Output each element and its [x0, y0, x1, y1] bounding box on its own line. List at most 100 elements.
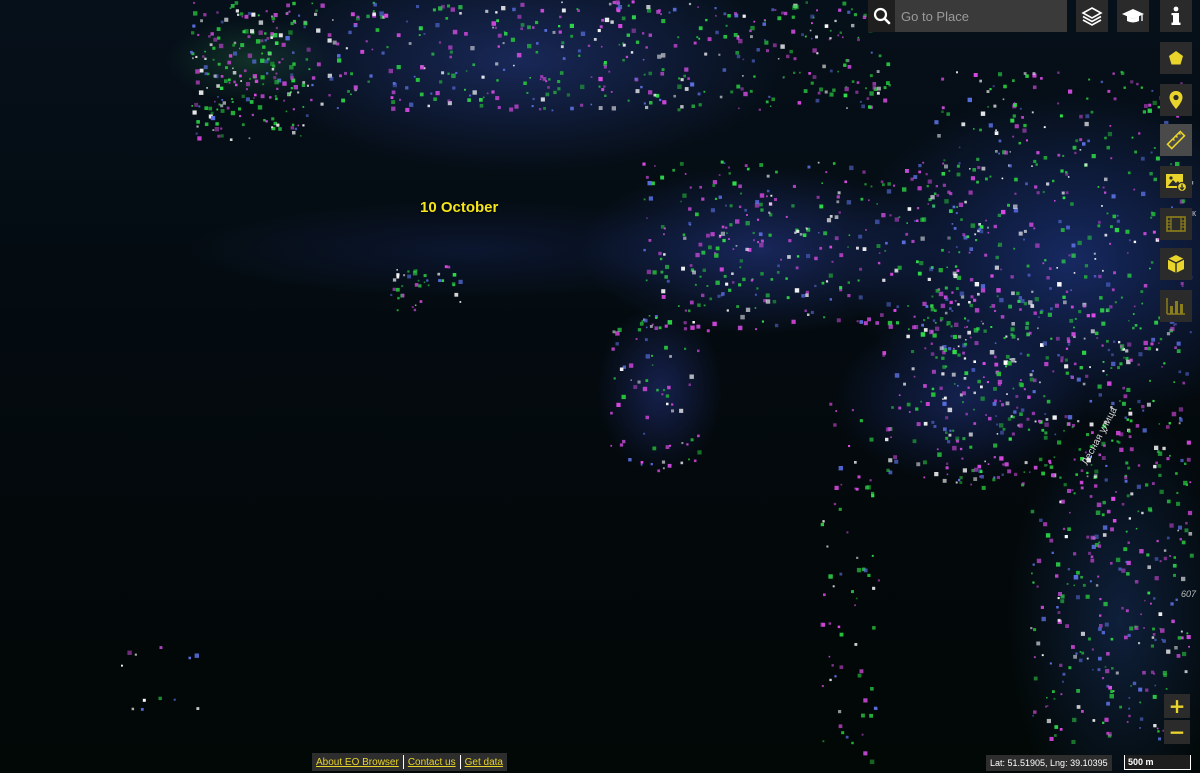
speckle-dot [1018, 296, 1022, 300]
speckle-dot [1147, 507, 1152, 512]
speckle-dot [785, 277, 788, 280]
film-icon[interactable] [1160, 208, 1192, 240]
speckle-dot [305, 114, 309, 117]
speckle-dot [929, 329, 934, 335]
speckle-dot [699, 185, 702, 189]
speckle-dot [793, 71, 796, 74]
speckle-dot [1123, 394, 1128, 399]
speckle-dot [229, 138, 233, 141]
sar-map-view[interactable]: 10 October Лесная улица 607 к [0, 0, 1200, 773]
speckle-dot [1028, 331, 1032, 335]
location-pin-icon[interactable] [1160, 84, 1192, 116]
speckle-dot [1142, 409, 1145, 412]
speckle-dot [238, 107, 242, 111]
speckle-dot [1073, 326, 1075, 329]
speckle-dot [1151, 212, 1156, 217]
speckle-dot [305, 58, 309, 61]
speckle-dot [838, 710, 842, 714]
speckle-dot [366, 14, 370, 19]
ruler-icon[interactable] [1160, 124, 1192, 156]
info-icon[interactable] [1160, 0, 1192, 32]
graduation-cap-icon[interactable] [1117, 0, 1149, 32]
speckle-dot [1161, 366, 1163, 368]
speckle-dot [464, 88, 466, 91]
speckle-dot [1155, 348, 1159, 351]
speckle-dot [979, 128, 982, 132]
speckle-dot [1082, 382, 1086, 386]
speckle-dot [780, 258, 782, 261]
speckle-dot [826, 545, 829, 548]
speckle-dot [401, 293, 405, 298]
pentagon-icon[interactable] [1160, 42, 1192, 74]
speckle-dot [1031, 572, 1033, 575]
speckle-dot [1111, 496, 1116, 501]
speckle-dot [942, 478, 947, 483]
speckle-dot [1071, 253, 1076, 258]
speckle-dot [1097, 575, 1100, 578]
speckle-dot [459, 301, 462, 303]
zoom-in-button[interactable]: + [1164, 694, 1190, 718]
speckle-dot [1105, 308, 1110, 313]
speckle-dot [943, 427, 947, 432]
speckle-dot [1094, 469, 1099, 474]
speckle-dot [953, 347, 955, 350]
speckle-dot [952, 334, 957, 339]
speckle-dot [1022, 128, 1027, 133]
speckle-dot [723, 34, 728, 39]
speckle-dot [694, 283, 697, 286]
search-icon[interactable] [868, 0, 895, 32]
speckle-dot [1098, 656, 1102, 661]
speckle-dot [1131, 136, 1134, 139]
speckle-dot [635, 89, 640, 94]
about-link[interactable]: About EO Browser [312, 757, 403, 768]
cube-icon[interactable] [1160, 248, 1192, 280]
speckle-dot [221, 99, 224, 101]
search-input[interactable] [895, 0, 1067, 32]
speckle-dot [667, 320, 673, 325]
speckle-dot [1149, 172, 1153, 176]
speckle-dot [949, 209, 953, 213]
speckle-dot [766, 174, 770, 178]
speckle-dot [618, 43, 621, 46]
zoom-out-button[interactable]: − [1164, 720, 1190, 744]
speckle-dot [590, 103, 593, 106]
speckle-dot [206, 87, 208, 89]
speckle-dot [1125, 461, 1129, 465]
speckle-dot [551, 109, 554, 112]
speckle-dot [1067, 415, 1073, 420]
speckle-dot [686, 443, 689, 446]
speckle-dot [921, 217, 927, 222]
speckle-dot [1076, 705, 1081, 709]
speckle-dot [540, 75, 544, 79]
contact-link[interactable]: Contact us [404, 757, 460, 768]
speckle-dot [580, 103, 584, 107]
speckle-dot [791, 15, 795, 19]
speckle-dot [774, 8, 777, 11]
image-download-icon[interactable] [1160, 166, 1192, 198]
speckle-dot [1012, 387, 1015, 390]
speckle-dot [1135, 527, 1138, 530]
speckle-dot [615, 0, 620, 5]
get-data-link[interactable]: Get data [461, 757, 507, 768]
speckle-dot [880, 313, 884, 317]
speckle-dot [945, 436, 949, 440]
speckle-dot [552, 30, 556, 34]
speckle-dot [1099, 624, 1103, 628]
bar-chart-icon[interactable] [1160, 290, 1192, 322]
speckle-dot [863, 568, 868, 573]
speckle-dot [1101, 205, 1103, 207]
speckle-dot [367, 80, 370, 83]
speckle-dot [646, 8, 652, 13]
speckle-dot [1098, 220, 1101, 224]
speckle-dot [239, 74, 242, 78]
speckle-dot [1181, 199, 1186, 203]
speckle-dot [1084, 163, 1088, 167]
speckle-dot [847, 246, 849, 248]
layers-icon[interactable] [1076, 0, 1108, 32]
speckle-dot [1149, 267, 1151, 270]
speckle-dot [831, 260, 834, 263]
speckle-dot [995, 255, 999, 260]
speckle-dot [995, 415, 997, 417]
speckle-dot [1028, 300, 1033, 305]
speckle-dot [1121, 502, 1125, 506]
